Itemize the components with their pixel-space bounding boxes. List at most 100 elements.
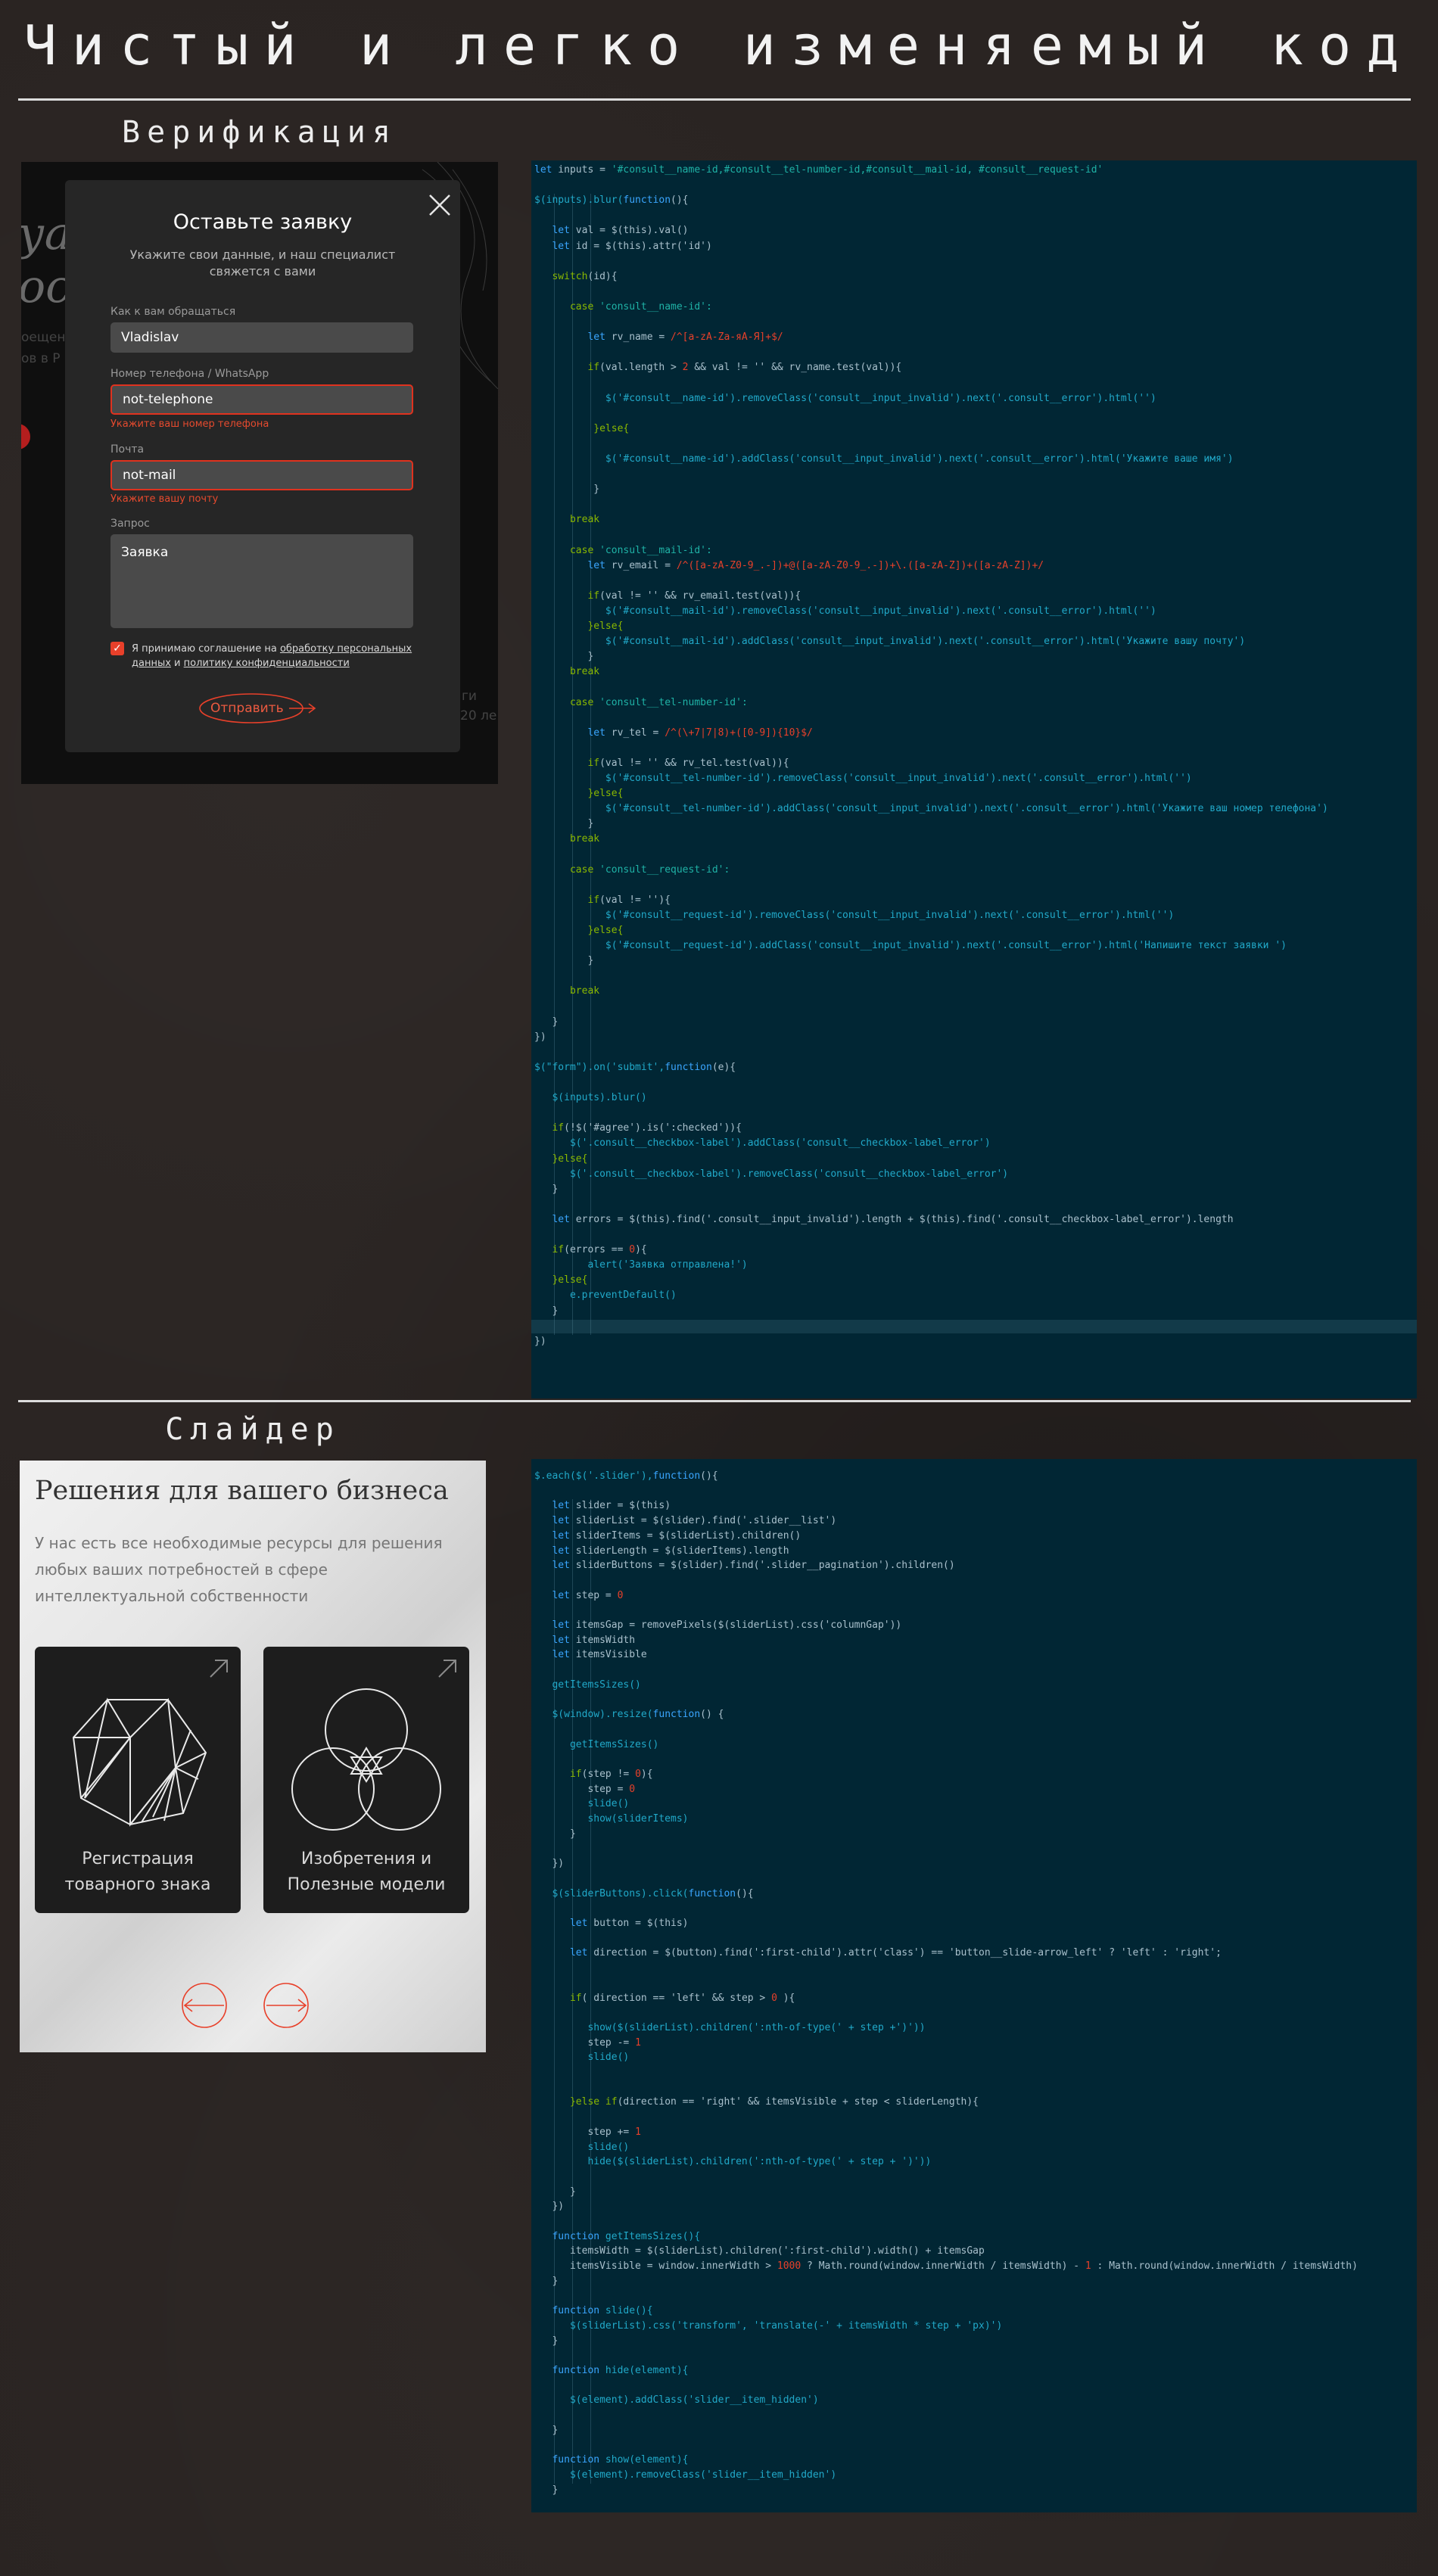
code-line: $(sliderButtons).click(function(){ — [531, 1887, 1417, 1901]
code-token: } — [534, 1828, 576, 1840]
phone-error: Укажите ваш номер телефона — [110, 418, 269, 430]
code-token: switch — [534, 270, 588, 282]
section-divider — [18, 1400, 1411, 1402]
code-line: }) — [531, 1335, 1417, 1349]
code-token: hide($(sliderList).children(':nth-of-typ… — [534, 2156, 932, 2168]
mail-input[interactable]: not-mail — [110, 460, 413, 490]
code-token: 'consult__mail-id': — [593, 544, 712, 556]
code-token: 0 — [629, 1783, 636, 1795]
code-token: let — [534, 726, 605, 739]
code-token: (){ — [671, 194, 689, 207]
code-token: 1 — [1085, 2260, 1091, 2273]
code-token: show($(sliderList).children(':nth-of-typ… — [534, 2021, 926, 2033]
code-token: }) — [534, 1858, 565, 1870]
code-token: 0 — [635, 1769, 641, 1780]
code-line: let val = $(this).val() — [531, 224, 1417, 238]
code-token: $('#consult__request-id').removeClass('c… — [534, 909, 1175, 921]
slider-card-inventions[interactable]: Изобретения и Полезные модели — [263, 1647, 469, 1913]
code-token: } — [534, 1183, 559, 1195]
code-line: }) — [531, 1857, 1417, 1871]
code-token: (){ — [736, 1887, 754, 1899]
code-token: $('.consult__checkbox-label').removeClas… — [534, 1168, 1009, 1180]
code-line: if( direction == 'left' && step > 0 ){ — [531, 1992, 1417, 2005]
request-modal: Оставьте заявку Укажите свои данные, и н… — [65, 180, 460, 752]
code-token: function — [688, 1887, 736, 1899]
slider-card-trademark[interactable]: Регистрация товарного знака — [35, 1647, 241, 1913]
privacy-policy-link[interactable]: политику конфиденциальности — [184, 658, 350, 669]
code-token: } — [534, 818, 594, 830]
mail-error: Укажите вашу почту — [110, 493, 219, 505]
code-line: step -= 1 — [531, 2036, 1417, 2050]
code-line: if(val != '' && rv_email.test(val)){ — [531, 590, 1417, 603]
code-token: sliderList = $(slider).find('.slider__li… — [569, 1515, 837, 1527]
code-line: step += 1 — [531, 2126, 1417, 2139]
slider-next-button[interactable] — [262, 1981, 310, 2030]
card-label-inventions: Изобретения и Полезные модели — [287, 1850, 446, 1894]
code-token: 'consult__name-id': — [593, 300, 712, 313]
code-line: $(inputs).blur(function(){ — [531, 194, 1417, 207]
code-token: $(window).resize( — [534, 1709, 653, 1721]
polyhedron-icon — [72, 1697, 207, 1827]
code-line: } — [531, 2424, 1417, 2438]
code-token: } — [534, 2484, 559, 2496]
code-line: $('#consult__name-id').removeClass('cons… — [531, 392, 1417, 406]
code-token: step = — [534, 1783, 630, 1795]
phone-input[interactable]: not-telephone — [110, 384, 413, 415]
agree-checkbox[interactable]: ✓ — [110, 642, 124, 655]
code-line: if(step != 0){ — [531, 1768, 1417, 1781]
code-line: }else{ — [531, 787, 1417, 801]
code-token: (id){ — [587, 270, 618, 282]
code-token: itemsVisible = window.innerWidth > — [534, 2260, 777, 2273]
code-line: if(errors == 0){ — [531, 1243, 1417, 1257]
slider-prev-button[interactable] — [180, 1981, 229, 2030]
section-title-verification: Верификация — [122, 115, 397, 150]
code-token: ? Math.round(window.innerWidth / itemsWi… — [801, 2260, 1085, 2273]
code-line: $("form").on('submit',function(e){ — [531, 1061, 1417, 1075]
code-token: let — [534, 1589, 570, 1601]
code-line: let button = $(this) — [531, 1917, 1417, 1930]
code-line: $('#consult__tel-number-id').removeClass… — [531, 772, 1417, 786]
code-token: $('.consult__checkbox-label').addClass('… — [534, 1137, 991, 1150]
code-token: slider = $(this) — [569, 1500, 671, 1512]
code-line: let id = $(this).attr('id') — [531, 240, 1417, 254]
code-token: } — [534, 1016, 559, 1028]
code-line: show($(sliderList).children(':nth-of-typ… — [531, 2021, 1417, 2035]
code-token: $('#consult__mail-id').removeClass('cons… — [534, 605, 1156, 617]
code-line: let inputs = '#consult__name-id,#consult… — [531, 163, 1417, 177]
code-line: e.preventDefault() — [531, 1289, 1417, 1302]
name-input[interactable]: Vladislav — [110, 322, 413, 353]
code-token: $(inputs).blur( — [534, 194, 624, 207]
code-token: && val != '' && rv_name.test(val)){ — [688, 362, 902, 374]
code-token: let — [534, 1500, 570, 1512]
code-token: rv_name = — [605, 331, 671, 344]
code-token: function — [623, 194, 671, 207]
send-button[interactable]: Отправить — [198, 692, 319, 725]
code-token: $('#consult__request-id').addClass('cons… — [534, 940, 1287, 952]
code-token: itemsWidth = $(sliderList).children(':fi… — [534, 2245, 985, 2257]
code-token: errors = $(this).find('.consult__input_i… — [569, 1213, 1234, 1225]
slider-title: Решения для вашего бизнеса — [35, 1476, 449, 1506]
code-line: let rv_email = /^([a-zA-Z0-9_.-])+@([a-z… — [531, 559, 1417, 573]
code-token: getItemsSizes() — [534, 1678, 641, 1691]
code-token: if — [534, 590, 600, 602]
code-token: function — [534, 2454, 600, 2466]
request-textarea[interactable]: Заявка — [110, 534, 413, 628]
code-token: $(sliderList).css('transform', 'translat… — [534, 2319, 1003, 2332]
code-line: $('#consult__mail-id').addClass('consult… — [531, 635, 1417, 649]
code-line: break — [531, 832, 1417, 846]
code-line: $(inputs).blur() — [531, 1091, 1417, 1105]
code-token: /^([a-zA-Z0-9_.-])+@([a-zA-Z0-9_.-])+\.(… — [676, 559, 1044, 571]
